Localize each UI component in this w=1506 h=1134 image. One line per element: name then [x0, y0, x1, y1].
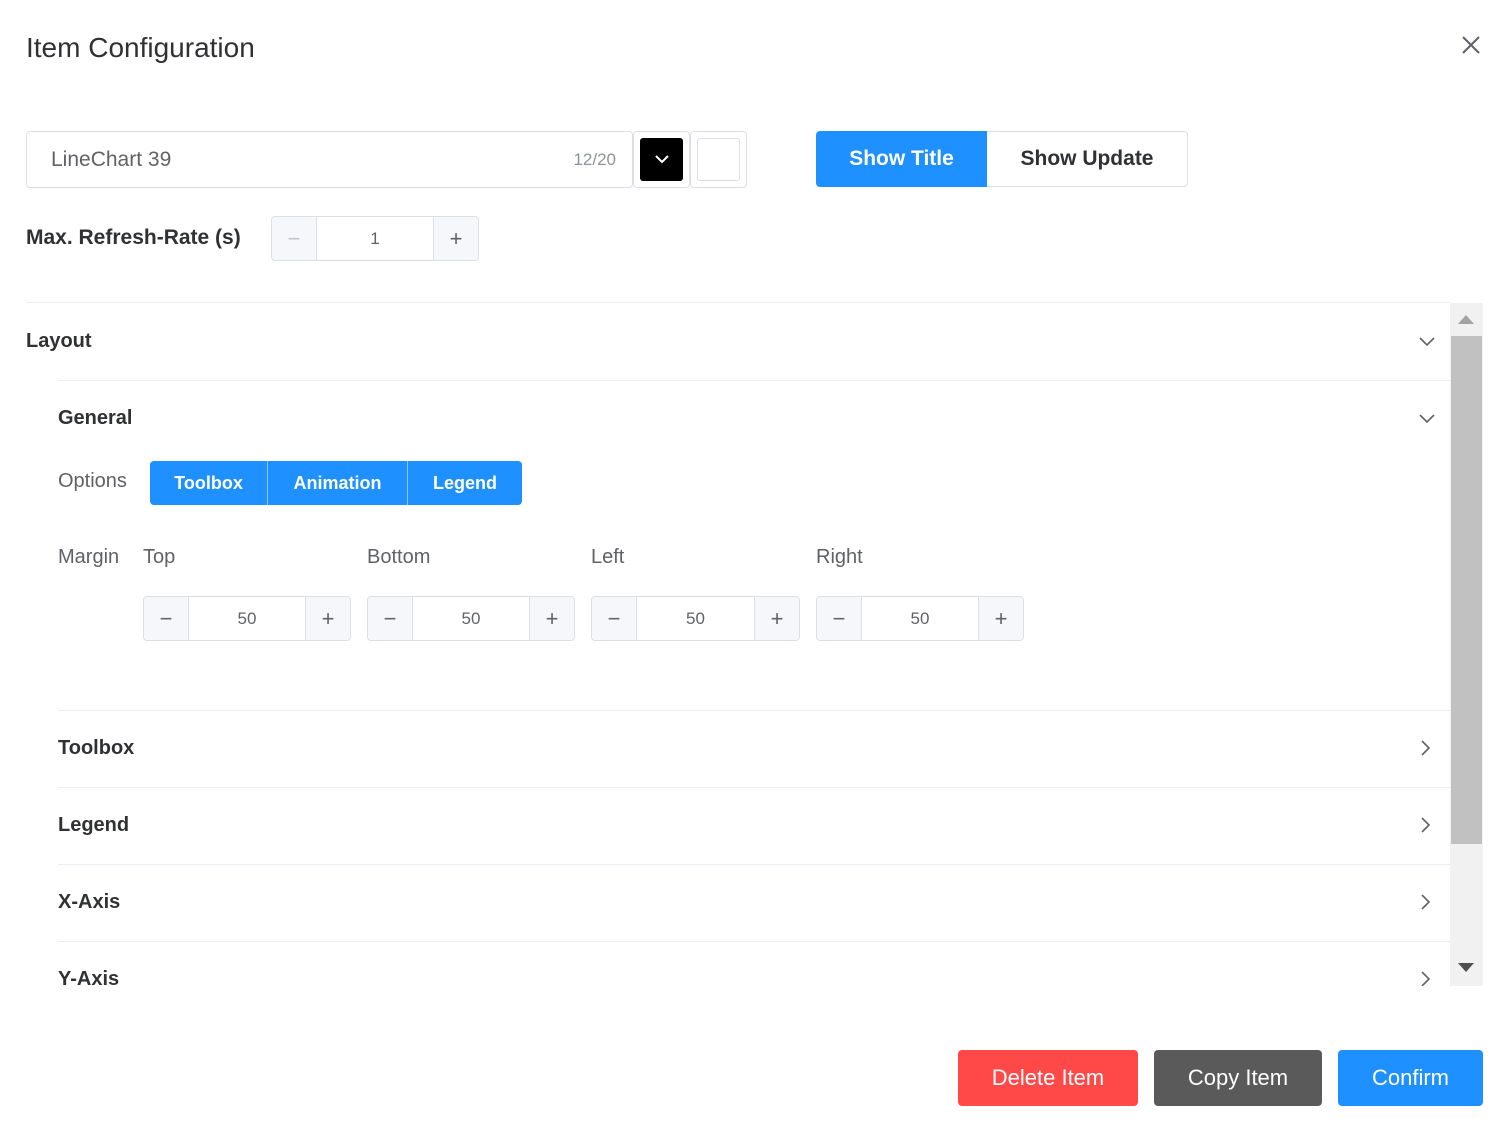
decrement-button[interactable]: − — [592, 597, 637, 640]
refresh-rate-label: Max. Refresh-Rate (s) — [26, 226, 241, 249]
decrement-button[interactable]: − — [272, 217, 317, 260]
chevron-right-icon[interactable] — [1416, 815, 1436, 835]
chevron-right-icon[interactable] — [1416, 969, 1436, 986]
legend-section-title[interactable]: Legend — [58, 814, 129, 837]
margin-bottom-label: Bottom — [367, 546, 431, 568]
chevron-down-icon[interactable] — [1417, 332, 1437, 352]
decrement-button[interactable]: − — [144, 597, 189, 640]
margin-bottom-input[interactable] — [413, 597, 529, 640]
margin-top-input[interactable] — [189, 597, 305, 640]
dialog-title: Item Configuration — [26, 32, 255, 63]
decrement-button[interactable]: − — [817, 597, 862, 640]
divider — [58, 380, 1450, 381]
y-axis-section-title[interactable]: Y-Axis — [58, 968, 119, 986]
chevron-right-icon[interactable] — [1416, 738, 1436, 758]
divider — [58, 941, 1450, 942]
scroll-up-arrow-icon[interactable] — [1458, 315, 1474, 324]
toolbox-option[interactable]: Toolbox — [150, 461, 268, 505]
chevron-down-icon[interactable] — [1417, 409, 1437, 429]
margin-right-stepper: − + — [816, 596, 1024, 641]
close-icon[interactable] — [1456, 30, 1486, 60]
margin-top-label: Top — [143, 546, 176, 568]
item-configuration-dialog: Item Configuration 12/20 Show Title Show… — [0, 0, 1506, 1134]
show-title-option[interactable]: Show Title — [816, 131, 987, 187]
background-color-picker[interactable] — [690, 131, 747, 188]
show-update-option[interactable]: Show Update — [987, 131, 1188, 187]
item-name-input[interactable] — [27, 132, 547, 187]
animation-option[interactable]: Animation — [268, 461, 408, 505]
increment-button[interactable]: + — [978, 597, 1023, 640]
chevron-right-icon[interactable] — [1416, 892, 1436, 912]
divider — [58, 787, 1450, 788]
refresh-rate-stepper: − + — [271, 216, 479, 261]
options-toggle-group: Toolbox Animation Legend — [150, 461, 522, 505]
general-section-title[interactable]: General — [58, 407, 132, 430]
increment-button[interactable]: + — [754, 597, 799, 640]
layout-section-title[interactable]: Layout — [26, 330, 92, 353]
margin-left-stepper: − + — [591, 596, 800, 641]
decrement-button[interactable]: − — [368, 597, 413, 640]
title-display-toggle: Show Title Show Update — [816, 131, 1188, 187]
confirm-button[interactable]: Confirm — [1338, 1050, 1483, 1106]
increment-button[interactable]: + — [529, 597, 574, 640]
divider — [58, 710, 1450, 711]
char-count: 12/20 — [573, 150, 616, 169]
margin-right-input[interactable] — [862, 597, 978, 640]
increment-button[interactable]: + — [433, 217, 478, 260]
title-color-picker[interactable] — [633, 131, 690, 188]
margin-label: Margin — [58, 546, 120, 568]
refresh-rate-input[interactable] — [317, 217, 433, 260]
divider — [58, 864, 1450, 865]
options-label: Options — [58, 470, 127, 492]
item-name-field[interactable]: 12/20 — [26, 131, 633, 188]
legend-option[interactable]: Legend — [408, 461, 522, 505]
delete-item-button[interactable]: Delete Item — [958, 1050, 1138, 1106]
margin-right-label: Right — [816, 546, 863, 568]
background-color-swatch — [697, 138, 740, 181]
margin-top-stepper: − + — [143, 596, 351, 641]
scroll-down-arrow-icon[interactable] — [1458, 963, 1474, 972]
margin-left-input[interactable] — [637, 597, 754, 640]
settings-scroll-area: Layout General Options Toolbox Animation… — [0, 303, 1450, 986]
copy-item-button[interactable]: Copy Item — [1154, 1050, 1322, 1106]
increment-button[interactable]: + — [305, 597, 350, 640]
chevron-down-icon — [655, 155, 669, 164]
toolbox-section-title[interactable]: Toolbox — [58, 737, 134, 760]
x-axis-section-title[interactable]: X-Axis — [58, 891, 120, 914]
margin-left-label: Left — [591, 546, 625, 568]
margin-bottom-stepper: − + — [367, 596, 575, 641]
scrollbar-thumb[interactable] — [1451, 336, 1482, 844]
